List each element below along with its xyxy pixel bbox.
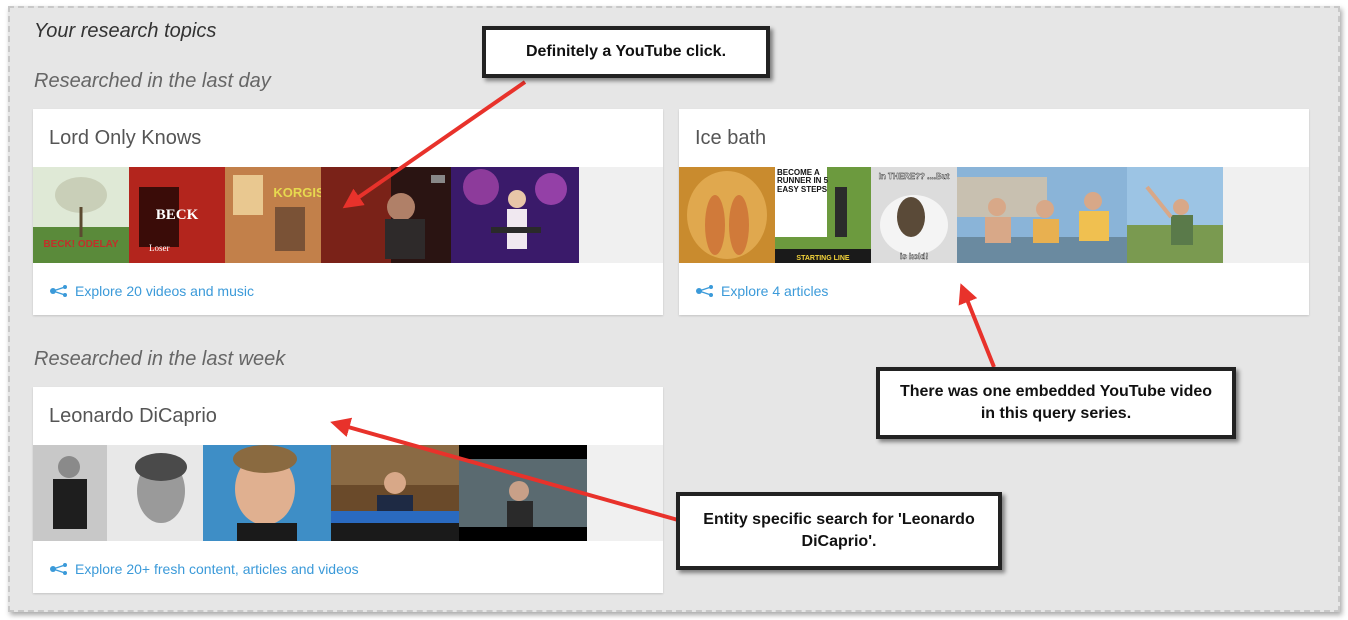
explore-link[interactable]: Explore 20 videos and music [49, 283, 254, 299]
thumbnail-starting-line-text: STARTING LINE [796, 255, 849, 262]
thumbnail-strip: BECK! ODELAY BECK Loser KORGIS [33, 167, 663, 263]
page-title: Your research topics [34, 20, 217, 42]
explore-label[interactable]: Explore 4 articles [721, 283, 828, 299]
thumbnail-korgis-text: KORGIS [273, 185, 321, 200]
share-nodes-icon [696, 285, 713, 297]
card-title[interactable]: Ice bath [695, 127, 766, 150]
thumbnail-ice-bath-men[interactable] [957, 167, 1127, 263]
thumbnail-youtube-video[interactable] [321, 167, 451, 263]
thumbnail-otter-bottom-text: is kold! [900, 252, 928, 261]
thumbnail-otter[interactable]: In THERE?? ....But is kold! [871, 167, 957, 263]
thumbnail-beck-text: BECK [156, 207, 199, 223]
callout-youtube-click: Definitely a YouTube click. [482, 26, 770, 78]
thumbnail-strip: BECOME A RUNNER IN 5 EASY STEPS STARTING… [679, 167, 1309, 263]
share-nodes-icon [50, 285, 67, 297]
explore-link[interactable]: Explore 4 articles [695, 283, 828, 299]
explore-link[interactable]: Explore 20+ fresh content, articles and … [49, 561, 359, 577]
thumbnail-strip [33, 445, 663, 541]
thumbnail-loser-text: Loser [149, 243, 170, 253]
explore-label[interactable]: Explore 20 videos and music [75, 283, 254, 299]
thumbnail-ice-bath-feet[interactable] [679, 167, 775, 263]
topic-card-lord-only-knows[interactable]: Lord Only Knows BECK! ODELAY BECK Loser [33, 109, 663, 315]
thumbnail-concert[interactable] [451, 167, 579, 263]
callout-entity-search: Entity specific search for 'Leonardo DiC… [676, 492, 1002, 570]
section-label-last-day: Researched in the last day [34, 70, 271, 92]
topic-card-leonardo-dicaprio[interactable]: Leonardo DiCaprio Explore 20+ fresh cont… [33, 387, 663, 593]
thumbnail-suit-portrait[interactable] [33, 445, 107, 541]
thumbnail-korgis[interactable]: KORGIS [225, 167, 321, 263]
thumbnail-otter-top-text: In THERE?? ....But [879, 172, 950, 181]
topic-card-ice-bath[interactable]: Ice bath BECOME A RUNNER IN 5 EASY STEPS… [679, 109, 1309, 315]
callout-embedded-video: There was one embedded YouTube video in … [876, 367, 1236, 439]
thumbnail-film-scene[interactable] [459, 445, 587, 541]
share-nodes-icon [50, 563, 67, 575]
thumbnail-odelay-text: BECK! ODELAY [43, 239, 119, 250]
thumbnail-runner-text: BECOME A RUNNER IN 5 EASY STEPS [777, 169, 829, 194]
thumbnail-beck-loser[interactable]: BECK Loser [129, 167, 225, 263]
explore-label[interactable]: Explore 20+ fresh content, articles and … [75, 561, 359, 577]
card-title[interactable]: Leonardo DiCaprio [49, 405, 217, 428]
thumbnail-dance[interactable] [1127, 167, 1223, 263]
thumbnail-bw-portrait[interactable] [107, 445, 203, 541]
thumbnail-news-broadcast[interactable] [331, 445, 459, 541]
card-title[interactable]: Lord Only Knows [49, 127, 201, 150]
section-label-last-week: Researched in the last week [34, 348, 286, 370]
thumbnail-runner[interactable]: BECOME A RUNNER IN 5 EASY STEPS STARTING… [775, 167, 871, 263]
thumbnail-odelay[interactable]: BECK! ODELAY [33, 167, 129, 263]
thumbnail-smiling-portrait[interactable] [203, 445, 331, 541]
